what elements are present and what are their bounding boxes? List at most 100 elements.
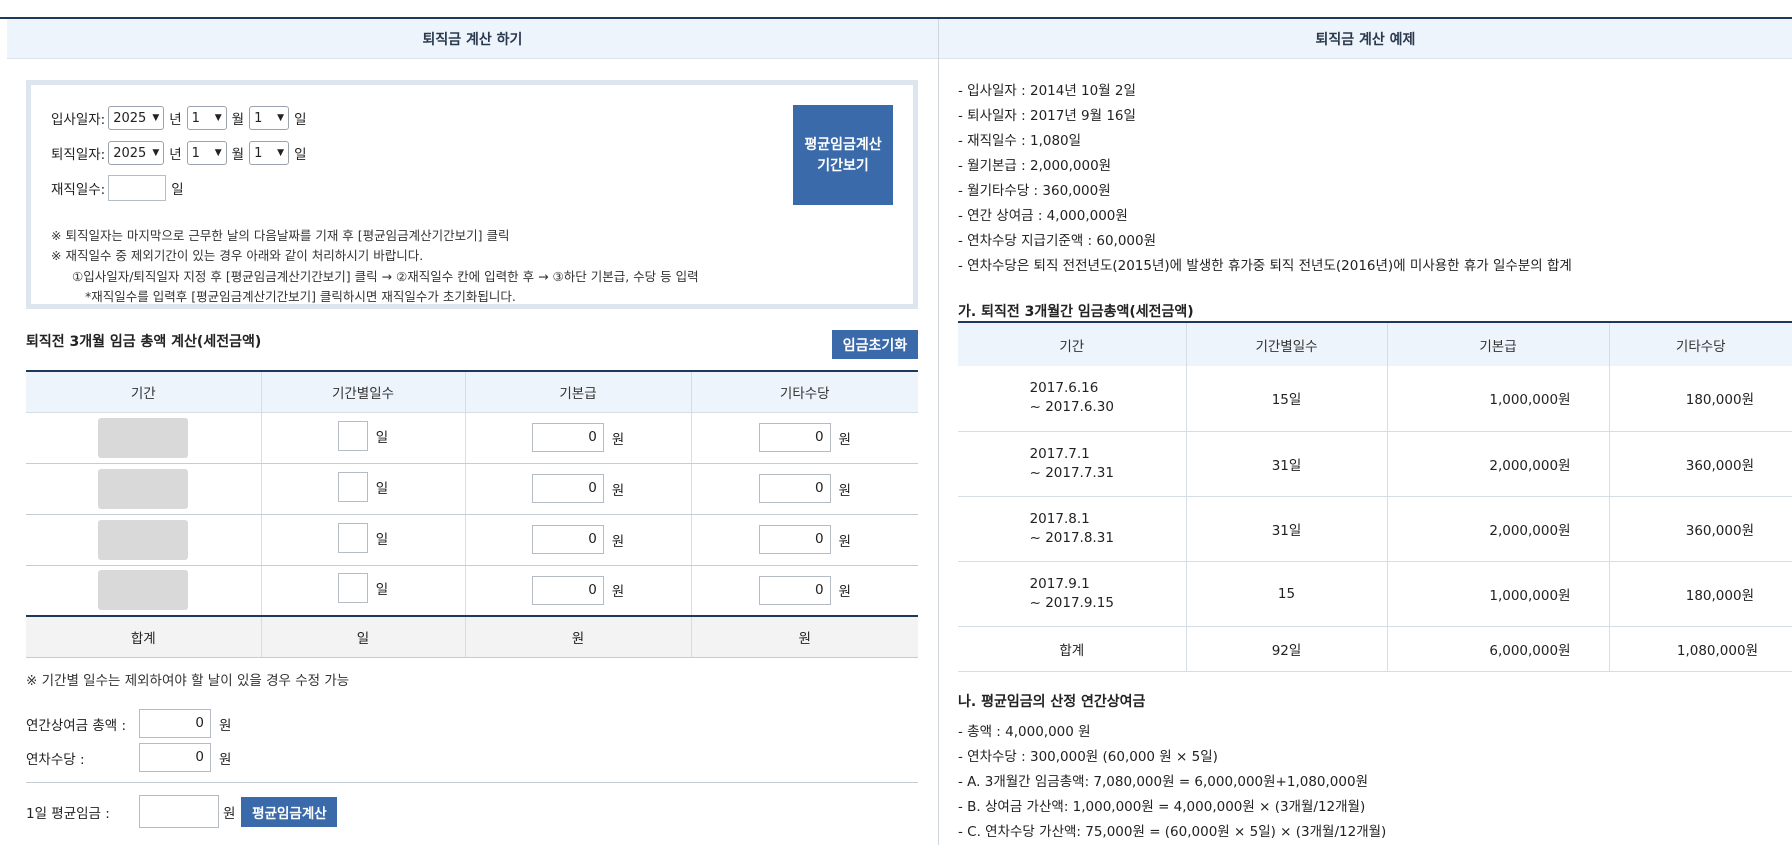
list-item: - B. 상여금 가산액: 1,000,000원 = 4,000,000원 × …	[958, 799, 1366, 815]
view-period-label-2: 기간보기	[817, 157, 869, 173]
avg-wage-list: - 총액 : 4,000,000 원 - 연차수당 : 300,000원 (60…	[958, 720, 1386, 845]
col-other-pay: 기타수당	[690, 371, 918, 413]
example-wage-table: 기간 기간별일수 기본급 기타수당 2017.6.16 ~ 2017.6.30 1…	[958, 321, 1792, 672]
leave-date-label: 퇴직일자:	[51, 147, 106, 163]
period-start: 2017.9.1	[1029, 575, 1090, 592]
period-end: ~ 2017.9.15	[1029, 594, 1114, 611]
days-input[interactable]	[337, 522, 368, 553]
day-unit: 일	[171, 182, 184, 198]
wage-section-title: 퇴직전 3개월 임금 총액 계산(세전금액)	[26, 334, 262, 350]
leave-pay-label: 연차수당 :	[26, 751, 85, 768]
period-cell: 2017.6.16 ~ 2017.6.30	[958, 366, 1186, 432]
day-unit: 일	[294, 112, 307, 128]
col-period: 기간	[958, 322, 1186, 366]
base-pay-input[interactable]: 0	[531, 423, 604, 452]
sum-label: 합계	[958, 626, 1186, 672]
period-end: ~ 2017.8.31	[1029, 529, 1114, 546]
view-period-label-1: 평균임금계산	[804, 136, 882, 152]
base-pay-cell: 1,000,000원	[1386, 561, 1609, 627]
join-day-value: 1	[254, 110, 263, 126]
example-table-header: 기간 기간별일수 기본급 기타수당	[958, 322, 1792, 366]
list-item: - A. 3개월간 임금총액: 7,080,000원 = 6,000,000원+…	[958, 774, 1368, 790]
won-unit: 원	[611, 431, 625, 448]
join-month-select[interactable]: 1 ▼	[186, 106, 227, 130]
other-pay-cell: 360,000원	[1608, 496, 1792, 562]
bonus-label: 연간상여금 총액 :	[26, 717, 127, 734]
base-pay-input[interactable]: 0	[531, 575, 604, 605]
days-edit-note: ※ 기간별 일수는 제외하여야 할 날이 있을 경우 수정 가능	[26, 673, 350, 689]
leave-pay-row: 연차수당 : 0 원	[26, 743, 236, 772]
col-base-pay: 기본급	[464, 371, 691, 413]
col-days: 기간별일수	[1185, 322, 1387, 366]
day-unit: 일	[375, 429, 389, 446]
day-unit: 일	[294, 147, 307, 163]
date-entry-box: 입사일자: 2025 ▼ 년 1 ▼ 월 1 ▼ 일 퇴직일자: 2025 ▼ 년 1 ▼…	[26, 80, 918, 309]
month-unit: 월	[231, 112, 245, 128]
note-3: ①입사일자/퇴직일자 지정 후 [평균임금계산기간보기] 클릭 → ②재직일수 …	[72, 269, 699, 284]
list-item: - 월기본급 : 2,000,000원	[958, 158, 1112, 174]
list-item: - 입사일자 : 2014년 10월 2일	[958, 83, 1136, 99]
table-row: 일 0원 0원	[26, 514, 918, 566]
won-unit: 원	[838, 431, 851, 448]
base-pay-input[interactable]: 0	[531, 525, 604, 554]
table-row: 2017.8.1 ~ 2017.8.31 31일 2,000,000원 360,0…	[958, 496, 1792, 562]
bonus-input[interactable]: 0	[139, 709, 211, 738]
sum-base-pay: 6,000,000원	[1386, 626, 1609, 672]
join-date-row: 입사일자: 2025 ▼ 년 1 ▼ 월 1 ▼ 일	[51, 106, 312, 130]
days-cell: 15	[1185, 561, 1387, 627]
period-end: ~ 2017.7.31	[1029, 464, 1114, 481]
sum-other-pay: 원	[690, 615, 918, 658]
list-item: - 연간 상여금 : 4,000,000원	[958, 208, 1128, 224]
year-unit: 년	[169, 112, 182, 128]
calculator-panel-title: 퇴직금 계산 하기	[7, 19, 938, 59]
leave-year-value: 2025	[113, 145, 147, 161]
join-date-label: 입사일자:	[51, 112, 106, 128]
leave-month-value: 1	[191, 145, 200, 161]
other-pay-input[interactable]: 0	[758, 423, 831, 452]
join-day-select[interactable]: 1 ▼	[249, 106, 290, 130]
table-row: 2017.7.1 ~ 2017.7.31 31일 2,000,000원 360,0…	[958, 431, 1792, 497]
table-row: 일 0원 0원	[26, 565, 918, 617]
note-2: ※ 재직일수 중 제외기간이 있는 경우 아래와 같이 처리하시기 바랍니다.	[51, 248, 424, 263]
list-item: - 연차수당 : 300,000원 (60,000 원 × 5일)	[958, 749, 1218, 765]
chevron-down-icon: ▼	[214, 113, 222, 123]
period-start: 2017.8.1	[1029, 510, 1090, 527]
avg-wage-label: 1일 평균임금 :	[26, 805, 110, 822]
period-start: 2017.6.16	[1029, 380, 1099, 397]
sum-days: 92일	[1185, 626, 1387, 672]
leave-pay-input[interactable]: 0	[139, 743, 211, 772]
other-pay-input[interactable]: 0	[758, 474, 831, 503]
leave-month-select[interactable]: 1 ▼	[186, 141, 227, 165]
leave-year-select[interactable]: 2025 ▼	[108, 141, 165, 165]
other-pay-input[interactable]: 0	[758, 525, 831, 554]
days-input[interactable]	[337, 420, 368, 451]
calc-avg-wage-button[interactable]: 평균임금계산	[241, 796, 338, 827]
list-item: - 총액 : 4,000,000 원	[958, 724, 1091, 740]
view-period-button[interactable]: 평균임금계산기간보기	[793, 105, 893, 205]
days-input[interactable]	[337, 471, 368, 502]
period-start: 2017.7.1	[1029, 445, 1090, 462]
won-unit: 원	[611, 482, 625, 499]
table-row: 일 0원 0원	[26, 412, 918, 464]
base-pay-cell: 1,000,000원	[1386, 366, 1609, 432]
list-item: - 퇴사일자 : 2017년 9월 16일	[958, 108, 1136, 124]
year-unit: 년	[169, 147, 182, 163]
sum-base-pay: 원	[464, 615, 691, 658]
base-pay-cell: 2,000,000원	[1386, 431, 1609, 497]
won-unit: 원	[219, 751, 232, 768]
days-cell: 15일	[1185, 366, 1387, 432]
join-year-select[interactable]: 2025 ▼	[108, 106, 165, 130]
base-pay-input[interactable]: 0	[531, 474, 604, 503]
col-period: 기간	[26, 371, 261, 413]
sum-days: 일	[260, 615, 465, 658]
other-pay-input[interactable]: 0	[758, 575, 831, 605]
days-input[interactable]	[337, 573, 368, 604]
leave-day-select[interactable]: 1 ▼	[249, 141, 290, 165]
example-info-list: - 입사일자 : 2014년 10월 2일 - 퇴사일자 : 2017년 9월 …	[958, 79, 1572, 279]
reset-wage-button[interactable]: 임금초기화	[832, 330, 918, 359]
period-cell: 2017.9.1 ~ 2017.9.15	[958, 561, 1186, 627]
service-days-input[interactable]	[108, 175, 167, 201]
list-item: - 연차수당은 퇴직 전전년도(2015년)에 발생한 휴가중 퇴직 전년도(2…	[958, 258, 1572, 274]
avg-wage-input[interactable]	[139, 795, 219, 828]
chevron-down-icon: ▼	[277, 113, 285, 123]
